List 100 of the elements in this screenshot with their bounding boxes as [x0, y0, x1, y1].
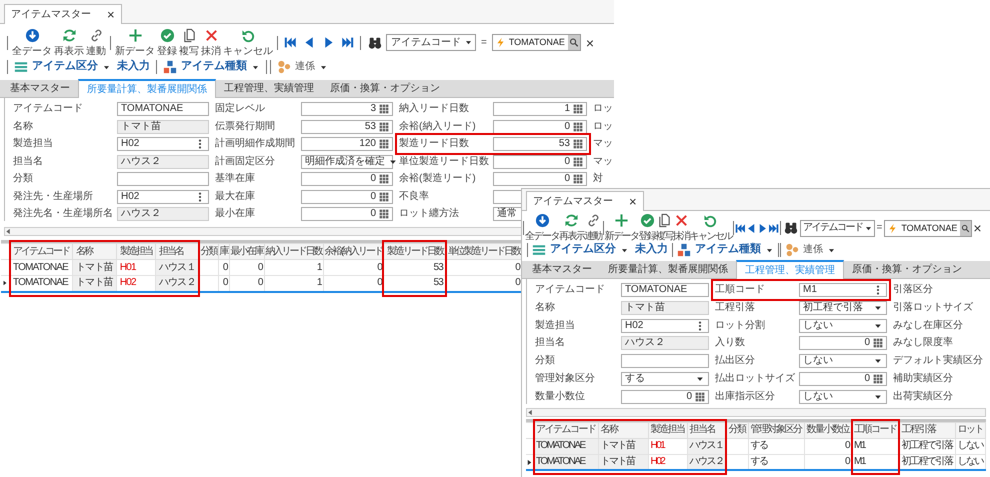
filter-dropdown[interactable]: 連係 — [274, 60, 331, 74]
document-tab[interactable]: アイテムマスター × — [526, 191, 644, 211]
picker-field[interactable]: H02 — [621, 318, 709, 333]
filter-dropdown[interactable]: アイテム区分 — [529, 243, 632, 257]
text-field[interactable]: TOMATONAE — [621, 283, 709, 297]
toolbar-button[interactable]: 登録 — [156, 28, 178, 58]
column-header[interactable]: 工程引落 — [899, 422, 955, 438]
skip-first-icon[interactable] — [284, 36, 297, 49]
toolbar-button[interactable]: 再表示 — [53, 28, 85, 58]
column-header[interactable]: 単位製造リード日数 — [446, 244, 522, 260]
column-header[interactable]: ロット — [955, 422, 986, 438]
readonly-field[interactable]: ハウス２ — [117, 207, 209, 221]
number-field[interactable]: 53 — [493, 137, 587, 151]
number-field[interactable]: 0 — [799, 372, 887, 386]
column-header[interactable]: アイテムコード — [10, 244, 72, 260]
text-field[interactable] — [621, 354, 709, 368]
toolbar-button[interactable]: 全データ — [525, 213, 559, 243]
column-header[interactable]: アイテムコード — [534, 422, 598, 438]
toolbar-button[interactable]: 抹消 — [672, 213, 690, 243]
dropdown-field[interactable]: 明細作成済を確定 — [301, 154, 393, 168]
toolbar-button[interactable]: キャンセル — [222, 28, 274, 58]
search-icon[interactable] — [568, 35, 580, 50]
dropdown-field[interactable]: しない — [799, 354, 887, 368]
column-header[interactable]: 庫 — [218, 244, 230, 260]
toolbar-button[interactable]: 複写 — [656, 213, 672, 243]
toolbar-button[interactable]: キャンセル — [690, 213, 732, 243]
tab[interactable]: 工程管理、実績管理 — [736, 260, 844, 279]
column-header[interactable]: 製造担当 — [116, 244, 156, 260]
picker-field[interactable]: M1 — [799, 283, 887, 297]
filter-dropdown[interactable]: アイテム種類 — [674, 243, 777, 257]
column-header[interactable]: 納入リード日数 — [264, 244, 324, 260]
column-header[interactable]: 製造リード日数 — [383, 244, 446, 260]
number-field[interactable]: 0 — [301, 207, 393, 221]
column-header[interactable]: 担当名 — [687, 422, 726, 438]
filter-dropdown[interactable]: アイテム種類 — [160, 60, 263, 74]
close-button[interactable]: × — [105, 8, 117, 21]
skip-last-icon[interactable] — [341, 36, 354, 49]
previous-icon[interactable] — [303, 36, 316, 49]
readonly-field[interactable]: ハウス２ — [117, 154, 209, 168]
column-header[interactable]: 担当名 — [155, 244, 200, 260]
search-field[interactable]: TOMATONAE — [884, 220, 972, 236]
column-header[interactable]: 余裕(納入リード — [323, 244, 384, 260]
number-field[interactable]: 0 — [493, 172, 587, 186]
search-key-dropdown[interactable]: アイテムコード — [800, 220, 874, 236]
number-field[interactable]: 0 — [799, 336, 887, 350]
previous-icon[interactable] — [746, 222, 757, 234]
document-tab[interactable]: アイテムマスター × — [4, 4, 122, 24]
tab[interactable]: 所要量計算、製番展開関係 — [78, 79, 216, 98]
clear-button[interactable]: × — [580, 36, 600, 50]
number-field[interactable]: 3 — [301, 102, 393, 116]
toolbar-button[interactable]: 登録 — [638, 213, 656, 243]
column-header[interactable]: 分類 — [726, 422, 748, 438]
binoculars-icon[interactable] — [368, 36, 382, 50]
toolbar-button[interactable]: 新データ — [114, 28, 156, 58]
tab[interactable]: 原価・換算・オプション — [322, 80, 448, 97]
close-button[interactable]: × — [627, 195, 639, 208]
picker-field[interactable]: H02 — [117, 190, 209, 204]
text-field[interactable] — [117, 172, 209, 186]
readonly-field[interactable]: トマト苗 — [117, 120, 209, 134]
filter-button[interactable]: 未入力 — [114, 60, 153, 74]
readonly-field[interactable]: ハウス２ — [621, 336, 709, 350]
tab[interactable]: 基本マスター — [2, 80, 78, 97]
scroll-left-icon[interactable] — [5, 228, 12, 235]
toolbar-button[interactable]: 連動 — [85, 28, 107, 58]
column-header[interactable]: 管理対象区分 — [748, 422, 804, 438]
column-header[interactable]: 工順コード — [852, 422, 899, 438]
skip-last-icon[interactable] — [768, 222, 779, 234]
number-field[interactable]: 0 — [301, 190, 393, 204]
tab[interactable]: 工程管理、実績管理 — [216, 80, 322, 97]
dropdown-field[interactable]: する — [621, 372, 709, 386]
toolbar-button[interactable]: 全データ — [11, 28, 53, 58]
toolbar-button[interactable]: 抹消 — [200, 28, 222, 58]
column-header[interactable]: 名称 — [72, 244, 116, 260]
filter-button[interactable]: 未入力 — [632, 243, 671, 257]
filter-dropdown[interactable]: アイテム区分 — [11, 60, 114, 74]
picker-field[interactable]: H02 — [117, 137, 209, 151]
toolbar-button[interactable]: 再表示 — [559, 213, 584, 243]
toolbar-button[interactable]: 複写 — [178, 28, 200, 58]
number-field[interactable]: 0 — [493, 154, 587, 168]
column-header[interactable]: 数量小数位 — [804, 422, 852, 438]
binoculars-icon[interactable] — [784, 221, 798, 235]
tab[interactable]: 所要量計算、製番展開関係 — [600, 261, 736, 278]
column-header[interactable]: 名称 — [598, 422, 648, 438]
number-field[interactable]: 120 — [301, 137, 393, 151]
dropdown-field[interactable]: しない — [799, 390, 887, 404]
search-field[interactable]: TOMATONAE — [492, 34, 581, 51]
number-field[interactable]: 0 — [621, 390, 709, 404]
tab[interactable]: 基本マスター — [524, 261, 600, 278]
readonly-field[interactable]: トマト苗 — [621, 300, 709, 315]
filter-dropdown[interactable]: 連係 — [782, 243, 839, 257]
column-header[interactable]: 分類 — [199, 244, 218, 260]
dropdown-field[interactable]: 初工程で引落 — [799, 300, 887, 315]
search-icon[interactable] — [960, 220, 972, 236]
column-header[interactable]: 製造担当 — [648, 422, 687, 438]
skip-first-icon[interactable] — [735, 222, 746, 234]
dropdown-field[interactable]: しない — [799, 318, 887, 333]
number-field[interactable]: 0 — [301, 172, 393, 186]
next-icon[interactable] — [757, 222, 768, 234]
horizontal-scrollbar[interactable] — [526, 408, 986, 417]
toolbar-button[interactable]: 連動 — [584, 213, 602, 243]
